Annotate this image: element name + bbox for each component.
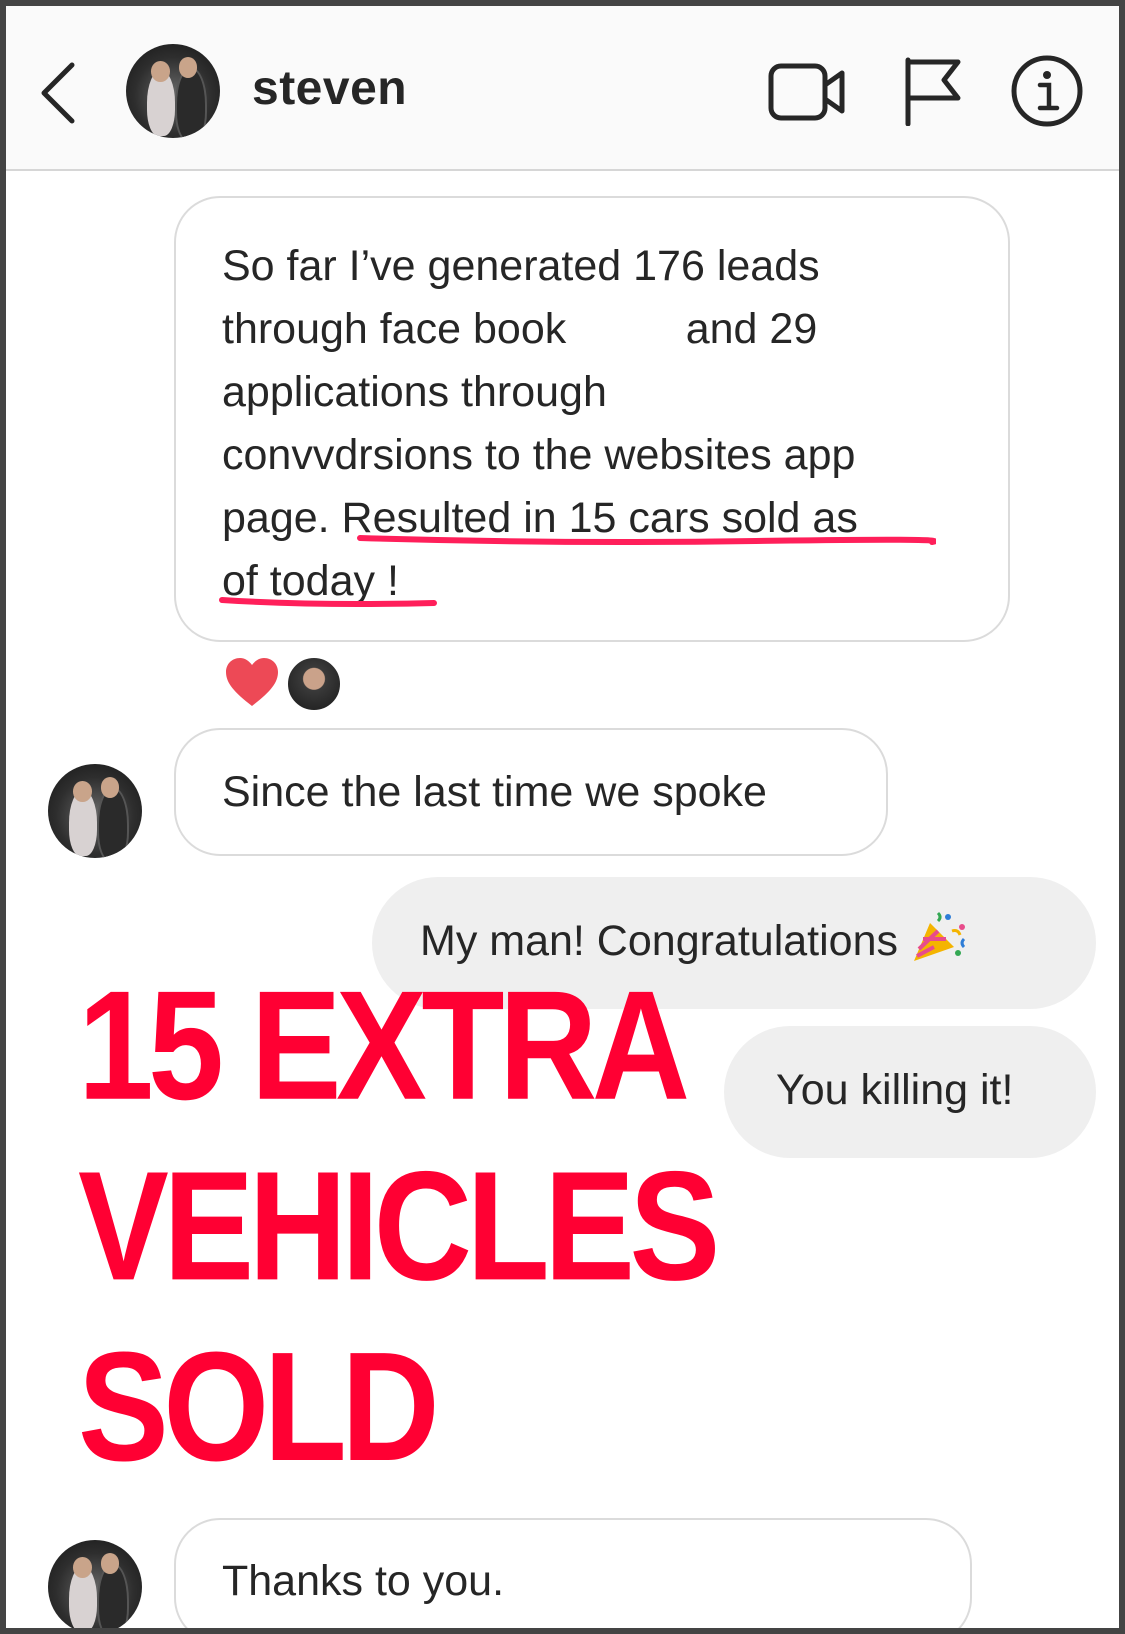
info-icon[interactable]: [1010, 54, 1084, 128]
overlay-line: 15 EXTRA: [78, 959, 690, 1133]
incoming-message[interactable]: So far I’ve generated 176 leads through …: [174, 196, 1010, 642]
sender-avatar[interactable]: [48, 1540, 142, 1628]
reactor-avatar: [286, 656, 342, 712]
message-text: Since the last time we spoke: [222, 768, 767, 816]
highlight-underline: [219, 597, 437, 607]
message-text: So far I’ve generated 176 leads through …: [222, 242, 858, 605]
message-text: Thanks to you.: [222, 1557, 505, 1605]
contact-name[interactable]: steven: [252, 61, 407, 116]
outgoing-message[interactable]: You killing it!: [724, 1026, 1096, 1158]
incoming-message[interactable]: Since the last time we spoke: [174, 728, 888, 856]
overlay-line: VEHICLES: [78, 1139, 720, 1313]
flag-icon[interactable]: [902, 56, 962, 126]
highlight-underline: [357, 535, 936, 545]
overlay-line: SOLD: [78, 1320, 440, 1494]
incoming-message[interactable]: Thanks to you.: [174, 1518, 972, 1628]
sender-avatar[interactable]: [48, 764, 142, 858]
chat-header: steven: [6, 6, 1119, 171]
message-text: You killing it!: [776, 1066, 1014, 1114]
video-camera-icon[interactable]: [768, 61, 846, 123]
party-popper-icon: [914, 911, 966, 961]
promo-overlay-text: 15 EXTRA VEHICLES SOLD: [78, 956, 720, 1498]
contact-avatar[interactable]: [126, 44, 220, 138]
back-chevron-icon[interactable]: [36, 61, 80, 125]
heart-icon[interactable]: [224, 656, 280, 708]
dm-screen: steven So far I’ve generated 176 leads t…: [0, 0, 1125, 1634]
